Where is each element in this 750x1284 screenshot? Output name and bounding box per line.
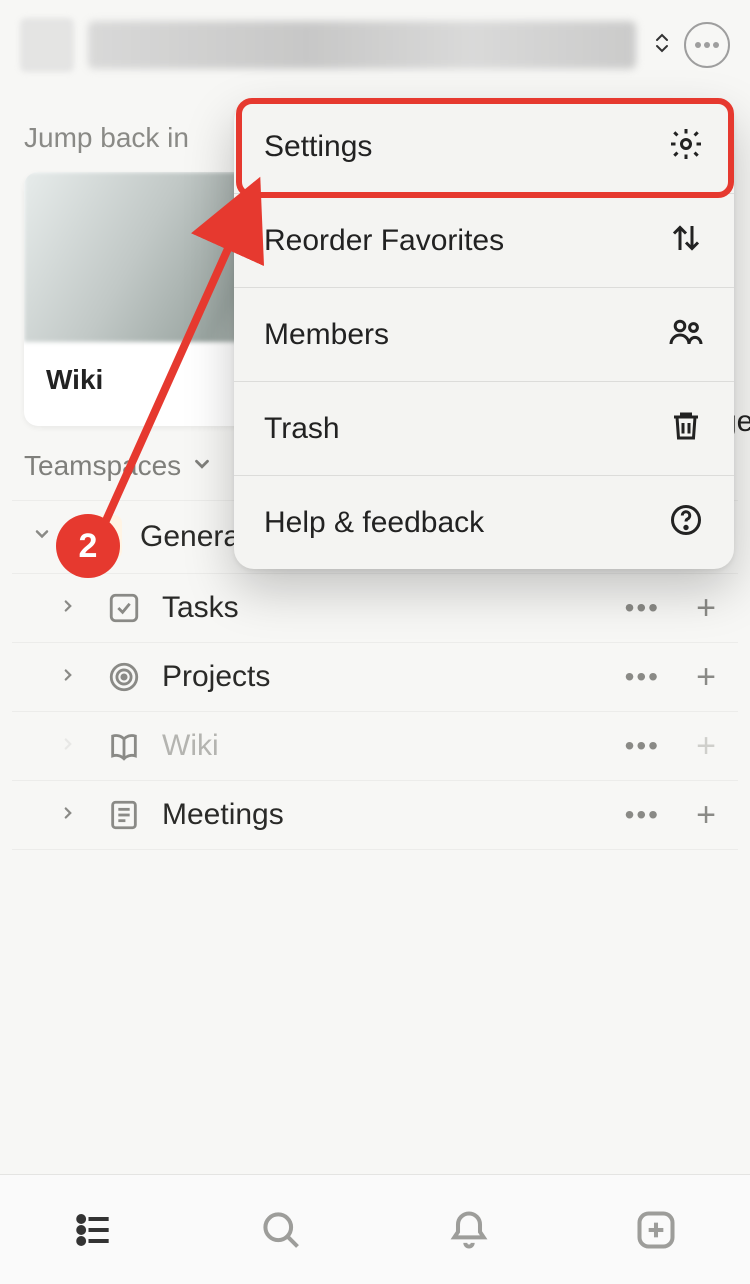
page-row-meetings[interactable]: Meetings ••• + <box>12 781 738 850</box>
reorder-icon <box>668 220 704 261</box>
page-more-button[interactable]: ••• <box>617 799 668 831</box>
document-icon <box>104 795 144 835</box>
page-label: Wiki <box>162 729 599 763</box>
tab-create[interactable] <box>626 1200 686 1260</box>
trash-icon <box>668 408 704 449</box>
step-number: 2 <box>79 527 98 566</box>
chevron-right-icon[interactable] <box>50 595 86 621</box>
menu-label: Settings <box>264 130 372 164</box>
workspace-menu: Settings Reorder Favorites Members Trash… <box>234 100 734 569</box>
workspace-header <box>0 0 750 82</box>
target-icon <box>104 657 144 697</box>
tab-home[interactable] <box>64 1200 124 1260</box>
add-subpage-button[interactable]: + <box>686 657 726 697</box>
chevron-down-icon <box>191 450 213 482</box>
chevron-right-icon[interactable] <box>50 664 86 690</box>
add-subpage-button[interactable]: + <box>686 588 726 628</box>
chevron-right-icon[interactable] <box>50 802 86 828</box>
page-row-projects[interactable]: Projects ••• + <box>12 643 738 712</box>
gear-icon <box>668 126 704 167</box>
people-icon <box>668 314 704 355</box>
menu-item-members[interactable]: Members <box>234 288 734 382</box>
help-icon <box>668 502 704 543</box>
add-subpage-button[interactable]: + <box>686 726 726 766</box>
menu-item-trash[interactable]: Trash <box>234 382 734 476</box>
bottom-tab-bar <box>0 1174 750 1284</box>
page-label: Meetings <box>162 798 599 832</box>
menu-item-help[interactable]: Help & feedback <box>234 476 734 569</box>
add-subpage-button[interactable]: + <box>686 795 726 835</box>
chevron-updown-icon[interactable] <box>654 32 670 59</box>
tab-search[interactable] <box>251 1200 311 1260</box>
menu-label: Help & feedback <box>264 506 484 540</box>
teamspaces-label: Teamspaces <box>24 450 181 482</box>
menu-item-reorder-favorites[interactable]: Reorder Favorites <box>234 194 734 288</box>
menu-label: Trash <box>264 412 340 446</box>
chevron-right-icon[interactable] <box>50 733 86 759</box>
page-more-button[interactable]: ••• <box>617 661 668 693</box>
more-options-button[interactable] <box>684 22 730 68</box>
page-more-button[interactable]: ••• <box>617 592 668 624</box>
book-icon <box>104 726 144 766</box>
page-more-button[interactable]: ••• <box>617 730 668 762</box>
page-row-tasks[interactable]: Tasks ••• + <box>12 574 738 643</box>
page-label: Tasks <box>162 591 599 625</box>
page-row-wiki[interactable]: Wiki ••• + <box>12 712 738 781</box>
menu-item-settings[interactable]: Settings <box>234 100 734 194</box>
chevron-down-icon[interactable] <box>24 524 60 550</box>
menu-label: Reorder Favorites <box>264 224 504 258</box>
menu-label: Members <box>264 318 389 352</box>
workspace-title[interactable] <box>88 21 636 69</box>
tab-notifications[interactable] <box>439 1200 499 1260</box>
page-label: Projects <box>162 660 599 694</box>
annotation-step-badge: 2 <box>56 514 120 578</box>
workspace-avatar[interactable] <box>20 18 74 72</box>
checkbox-icon <box>104 588 144 628</box>
